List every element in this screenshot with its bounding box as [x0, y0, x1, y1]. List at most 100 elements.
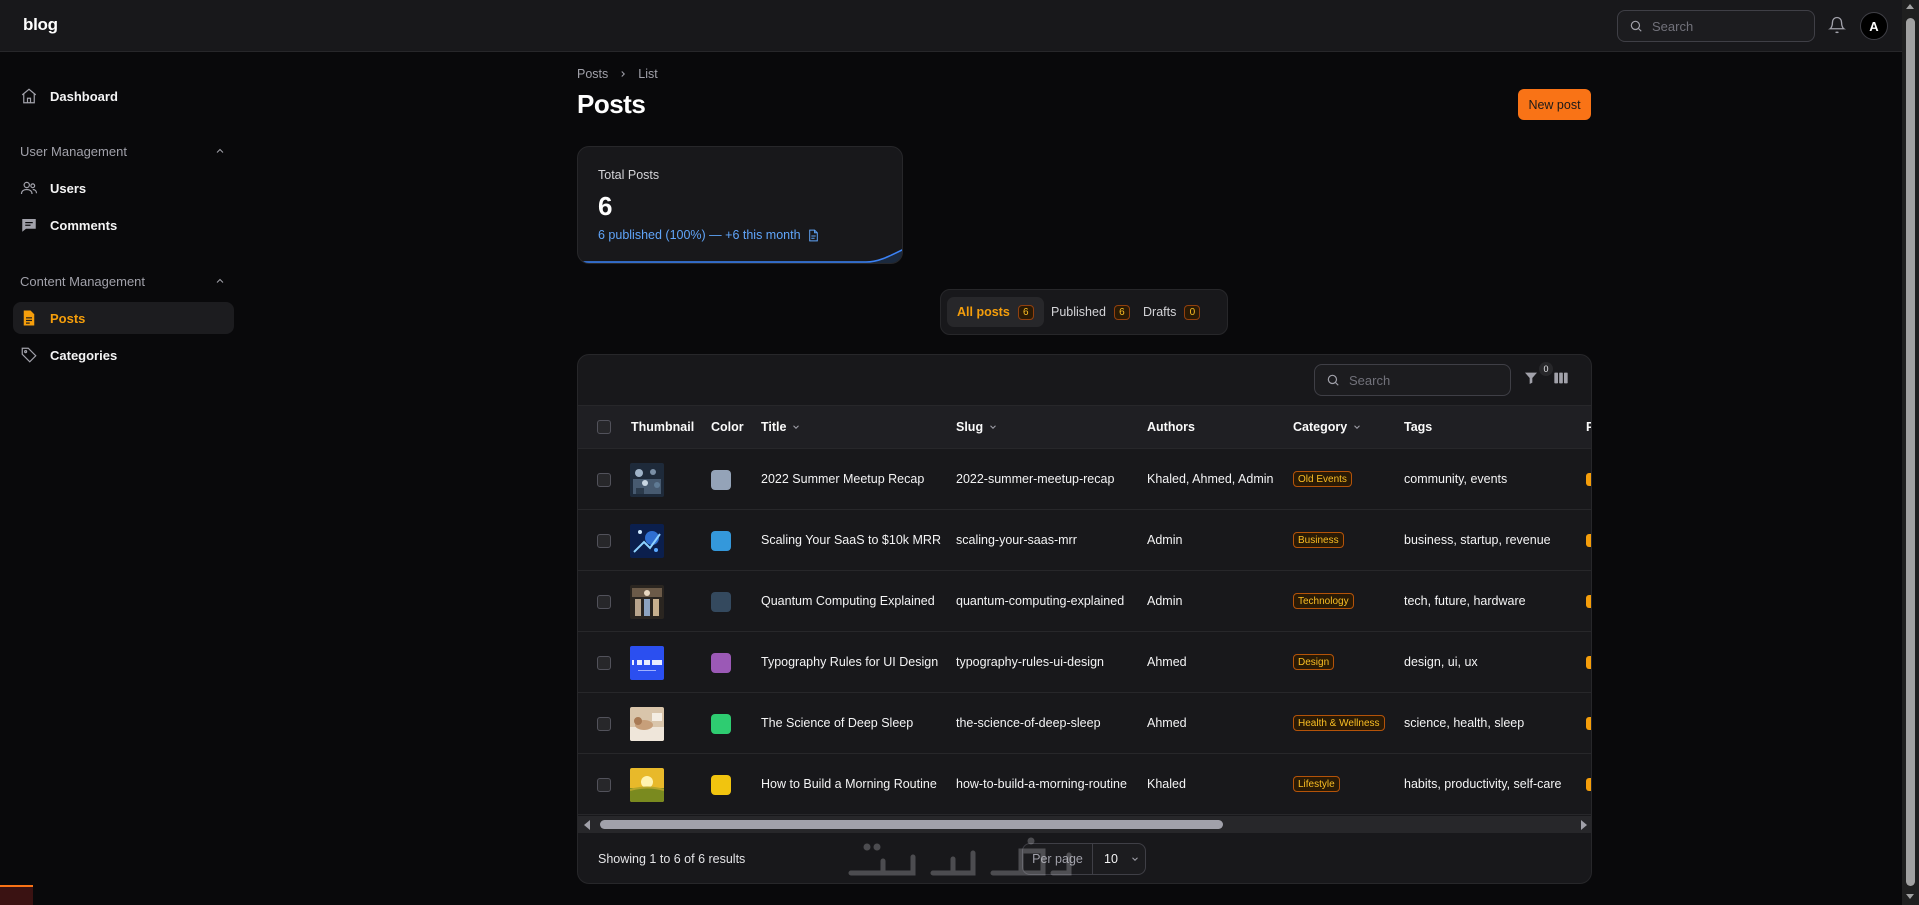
- post-thumbnail[interactable]: [630, 646, 664, 680]
- column-header-category[interactable]: Category: [1293, 420, 1362, 434]
- post-tags: habits, productivity, self-care: [1404, 777, 1562, 791]
- tab-count: 0: [1184, 304, 1201, 320]
- stat-card-total-posts: Total Posts 6 6 published (100%) — +6 th…: [577, 146, 903, 264]
- global-search[interactable]: [1617, 10, 1815, 42]
- table-row[interactable]: How to Build a Morning Routine how-to-bu…: [578, 754, 1591, 815]
- chevron-down-icon: [990, 425, 996, 429]
- scrollbar-thumb[interactable]: [600, 820, 1223, 829]
- row-checkbox[interactable]: [597, 717, 611, 731]
- row-checkbox[interactable]: [597, 534, 611, 548]
- select-all-checkbox[interactable]: [597, 420, 611, 434]
- row-checkbox[interactable]: [597, 595, 611, 609]
- pagination-summary: Showing 1 to 6 of 6 results: [598, 852, 746, 866]
- sidebar-item-label: Dashboard: [50, 89, 118, 104]
- post-slug: scaling-your-saas-mrr: [956, 533, 1077, 547]
- sidebar-item-posts[interactable]: Posts: [13, 302, 234, 334]
- status-tabs: All posts 6 Published 6 Drafts 0: [940, 289, 1228, 335]
- search-icon: [1630, 20, 1642, 32]
- table-row[interactable]: The Science of Deep Sleep the-science-of…: [578, 693, 1591, 754]
- status-badge: [1586, 473, 1591, 486]
- sidebar-group-user-management[interactable]: User Management: [20, 144, 127, 159]
- status-badge: [1586, 595, 1591, 608]
- status-badge: [1586, 534, 1591, 547]
- sidebar-item-label: Users: [50, 181, 87, 196]
- tab-all-posts[interactable]: All posts 6: [947, 297, 1044, 327]
- post-thumbnail[interactable]: [630, 463, 664, 497]
- tab-count: 6: [1017, 304, 1034, 320]
- sidebar-item-comments[interactable]: Comments: [13, 209, 234, 241]
- table-row[interactable]: Typography Rules for UI Design typograph…: [578, 632, 1591, 693]
- post-thumbnail[interactable]: [630, 707, 664, 741]
- sidebar-group-content-management[interactable]: Content Management: [20, 274, 145, 289]
- scroll-left-arrow[interactable]: [584, 820, 590, 830]
- color-swatch: [711, 592, 731, 612]
- columns-icon[interactable]: [1553, 370, 1569, 386]
- status-badge: [1586, 778, 1591, 791]
- table-row[interactable]: 2022 Summer Meetup Recap 2022-summer-mee…: [578, 449, 1591, 510]
- sidebar-item-dashboard[interactable]: Dashboard: [13, 80, 234, 112]
- posts-table-panel: 0 Thumbnail Color Title Slug Authors Cat…: [577, 354, 1592, 884]
- row-checkbox[interactable]: [597, 473, 611, 487]
- post-slug: 2022-summer-meetup-recap: [956, 472, 1115, 486]
- post-authors: Admin: [1147, 533, 1183, 547]
- table-search-input[interactable]: [1349, 371, 1499, 389]
- filter-icon[interactable]: [1523, 370, 1539, 386]
- row-checkbox[interactable]: [597, 778, 611, 792]
- post-title: Quantum Computing Explained: [761, 594, 935, 608]
- chevron-up-icon[interactable]: [214, 275, 226, 287]
- brand-logo[interactable]: blog: [23, 15, 58, 35]
- column-header-slug[interactable]: Slug: [956, 420, 998, 434]
- row-checkbox[interactable]: [597, 656, 611, 670]
- table-row[interactable]: Scaling Your SaaS to $10k MRR scaling-yo…: [578, 510, 1591, 571]
- column-header-tags: Tags: [1404, 420, 1433, 434]
- post-tags: community, events: [1404, 472, 1508, 486]
- sidebar-item-label: Posts: [50, 311, 86, 326]
- post-authors: Khaled: [1147, 777, 1186, 791]
- table-row[interactable]: Quantum Computing Explained quantum-comp…: [578, 571, 1591, 632]
- color-swatch: [711, 714, 731, 734]
- per-page-value[interactable]: 10: [1093, 852, 1140, 866]
- chevron-up-icon[interactable]: [214, 145, 226, 157]
- vertical-scrollbar[interactable]: [1902, 0, 1919, 905]
- table-search[interactable]: [1314, 364, 1511, 396]
- post-authors: Ahmed: [1147, 716, 1187, 730]
- tab-count: 6: [1113, 304, 1130, 320]
- scrollbar-thumb[interactable]: [1906, 18, 1915, 886]
- column-header-partial: P: [1586, 420, 1591, 434]
- post-thumbnail[interactable]: [630, 585, 664, 619]
- tab-drafts[interactable]: Drafts 0: [1133, 297, 1210, 327]
- bell-icon[interactable]: [1828, 16, 1846, 34]
- users-icon: [20, 181, 38, 195]
- post-thumbnail[interactable]: [630, 524, 664, 558]
- chevron-down-icon: [1132, 857, 1138, 861]
- chevron-down-icon: [793, 425, 800, 429]
- stat-description-text: 6 published (100%) — +6 this month: [598, 228, 801, 242]
- post-title: 2022 Summer Meetup Recap: [761, 472, 925, 486]
- post-tags: business, startup, revenue: [1404, 533, 1551, 547]
- column-header-title[interactable]: Title: [761, 420, 801, 434]
- column-header-thumbnail: Thumbnail: [631, 420, 695, 434]
- global-search-input[interactable]: [1652, 17, 1802, 35]
- breadcrumb-current: List: [638, 67, 658, 81]
- scroll-up-arrow[interactable]: [1906, 4, 1914, 9]
- top-bar: blog A: [0, 0, 1902, 52]
- tab-published[interactable]: Published 6: [1041, 297, 1140, 327]
- chevron-right-icon: [621, 71, 626, 77]
- horizontal-scrollbar[interactable]: [578, 816, 1591, 833]
- scroll-down-arrow[interactable]: [1906, 894, 1914, 899]
- breadcrumb-root[interactable]: Posts: [577, 67, 608, 81]
- category-badge: Technology: [1293, 593, 1354, 609]
- scroll-right-arrow[interactable]: [1581, 820, 1587, 830]
- post-slug: the-science-of-deep-sleep: [956, 716, 1101, 730]
- sidebar-item-label: Comments: [50, 218, 118, 233]
- home-icon: [21, 88, 37, 104]
- tab-label: All posts: [957, 305, 1010, 319]
- sidebar-item-users[interactable]: Users: [13, 172, 234, 204]
- avatar[interactable]: A: [1860, 12, 1888, 40]
- post-thumbnail[interactable]: [630, 768, 664, 802]
- new-post-button[interactable]: New post: [1518, 89, 1591, 120]
- sidebar-item-categories[interactable]: Categories: [13, 339, 234, 371]
- status-badge: [1586, 656, 1591, 669]
- search-icon: [1327, 374, 1339, 386]
- breadcrumb: Posts List: [577, 67, 658, 81]
